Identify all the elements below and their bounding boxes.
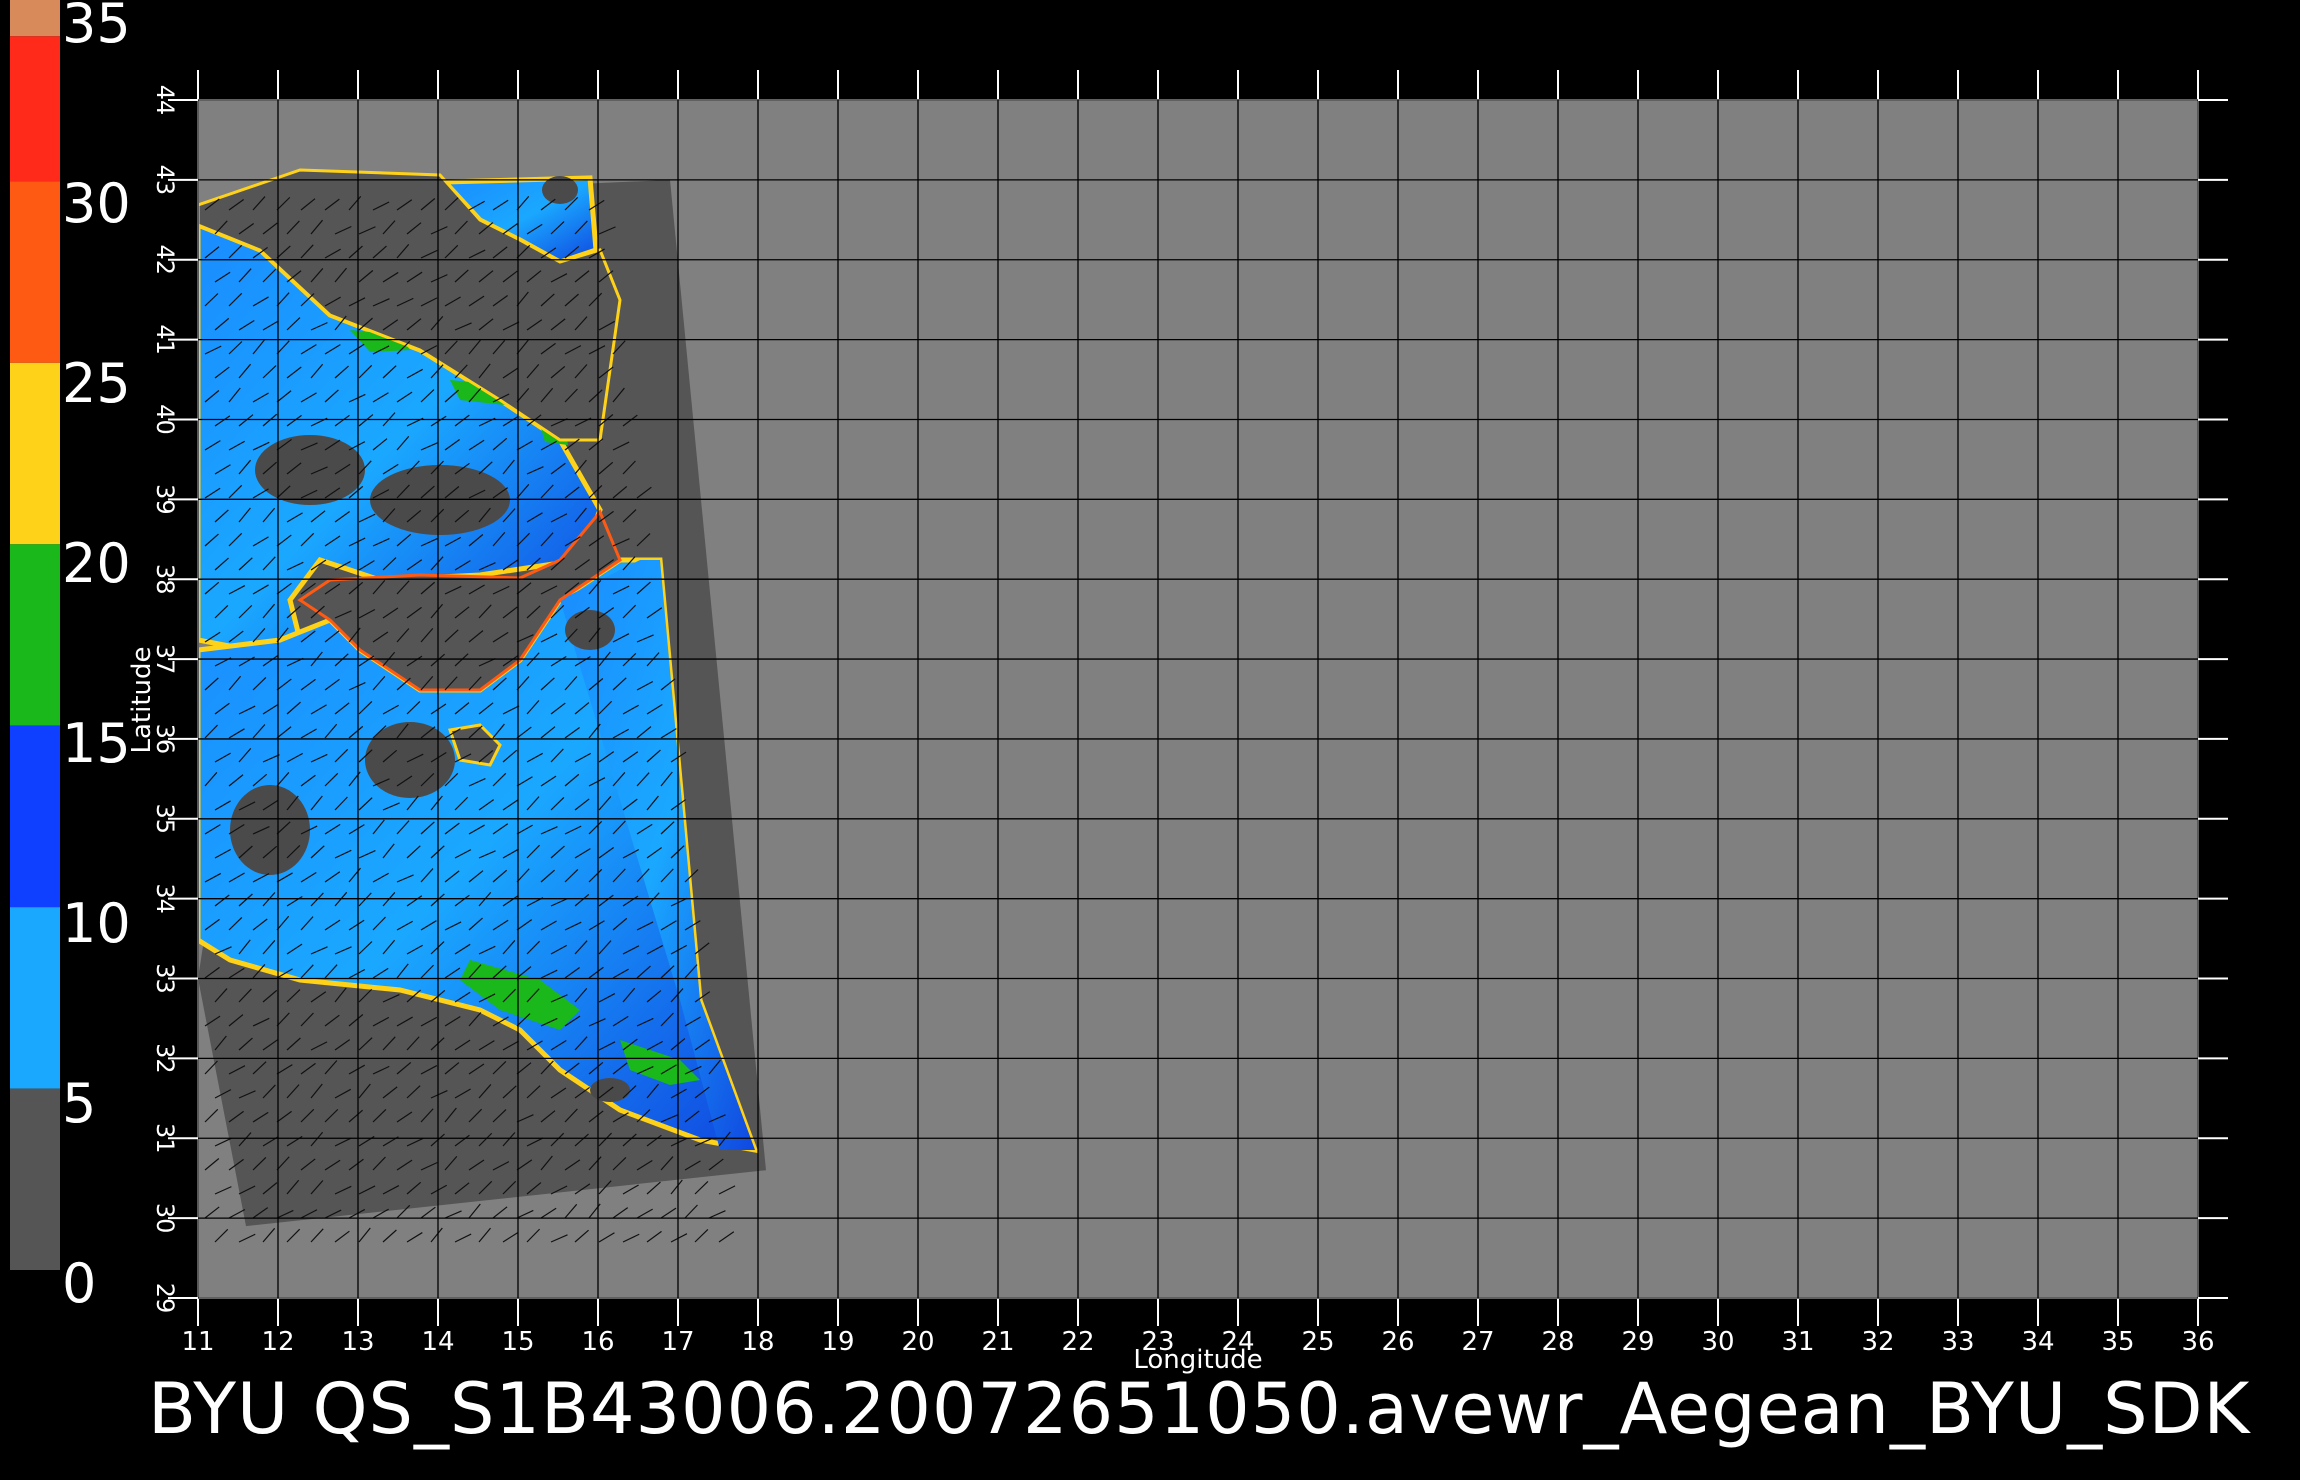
lat-tick-41: 41 (151, 324, 179, 355)
lon-tick-16: 16 (581, 1327, 614, 1357)
low-wind-patch (230, 785, 310, 875)
lat-tick-31: 31 (151, 1123, 179, 1154)
colorbar-band-20 (10, 362, 60, 545)
lat-tick-30: 30 (151, 1203, 179, 1234)
colorbar-label-30: 30 (62, 172, 131, 235)
lon-tick-28: 28 (1541, 1327, 1574, 1357)
colorbar-label-20: 20 (62, 532, 131, 595)
lat-tick-33: 33 (151, 963, 179, 994)
lat-tick-34: 34 (151, 883, 179, 914)
lon-tick-31: 31 (1781, 1327, 1814, 1357)
colorbar-labels: 35 30 25 20 15 10 5 0 (62, 0, 131, 1315)
lon-tick-15: 15 (501, 1327, 534, 1357)
lon-tick-12: 12 (261, 1327, 294, 1357)
lon-tick-17: 17 (661, 1327, 694, 1357)
figure-caption: BYU QS_S1B43006.20072651050.avewr_Aegean… (148, 1368, 2251, 1450)
lon-tick-32: 32 (1861, 1327, 1894, 1357)
lon-tick-30: 30 (1701, 1327, 1734, 1357)
colorbar-band-25 (10, 181, 60, 363)
low-wind-patch (370, 465, 510, 535)
lon-tick-14: 14 (421, 1327, 454, 1357)
lon-tick-27: 27 (1461, 1327, 1494, 1357)
lat-tick-35: 35 (151, 804, 179, 835)
lat-tick-38: 38 (151, 564, 179, 595)
colorbar-band-5 (10, 907, 60, 1089)
colorbar-band-34 (10, 0, 60, 37)
lon-tick-26: 26 (1381, 1327, 1414, 1357)
colorbar-label-35: 35 (62, 0, 131, 55)
low-wind-patch (565, 610, 615, 650)
lon-tick-35: 35 (2101, 1327, 2134, 1357)
lon-tick-18: 18 (741, 1327, 774, 1357)
lon-tick-33: 33 (1941, 1327, 1974, 1357)
lat-tick-40: 40 (151, 404, 179, 435)
lon-tick-19: 19 (821, 1327, 854, 1357)
colorbar-label-10: 10 (62, 892, 131, 955)
lat-tick-39: 39 (151, 484, 179, 515)
lat-tick-42: 42 (151, 244, 179, 275)
lon-tick-34: 34 (2021, 1327, 2054, 1357)
lat-tick-32: 32 (151, 1043, 179, 1074)
lat-tick-43: 43 (151, 165, 179, 196)
lon-tick-22: 22 (1061, 1327, 1094, 1357)
lat-tick-29: 29 (151, 1283, 179, 1314)
colorbar-band-10 (10, 725, 60, 908)
lon-tick-29: 29 (1621, 1327, 1654, 1357)
lon-tick-20: 20 (901, 1327, 934, 1357)
colorbar-band-0 (10, 1088, 60, 1270)
y-axis-title: Latitude (127, 646, 157, 753)
lon-tick-13: 13 (341, 1327, 374, 1357)
lon-tick-36: 36 (2181, 1327, 2214, 1357)
wind-map-figure: 35 30 25 20 15 10 5 0 11 12 13 14 15 16 … (10, 0, 2228, 1375)
colorbar-band-15 (10, 544, 60, 726)
map-plot-area: 11 12 13 14 15 16 17 18 19 20 21 22 23 24 25 26 27 28 29 30… (127, 70, 2228, 1375)
colorbar-band-30 (10, 36, 60, 182)
lon-tick-25: 25 (1301, 1327, 1334, 1357)
wind-speed-colorbar (10, 0, 60, 1270)
lon-tick-11: 11 (181, 1327, 214, 1357)
lat-tick-44: 44 (151, 85, 179, 116)
colorbar-label-0: 0 (62, 1252, 96, 1315)
colorbar-label-15: 15 (62, 712, 131, 775)
colorbar-label-25: 25 (62, 352, 131, 415)
lon-tick-21: 21 (981, 1327, 1014, 1357)
colorbar-label-5: 5 (62, 1072, 96, 1135)
